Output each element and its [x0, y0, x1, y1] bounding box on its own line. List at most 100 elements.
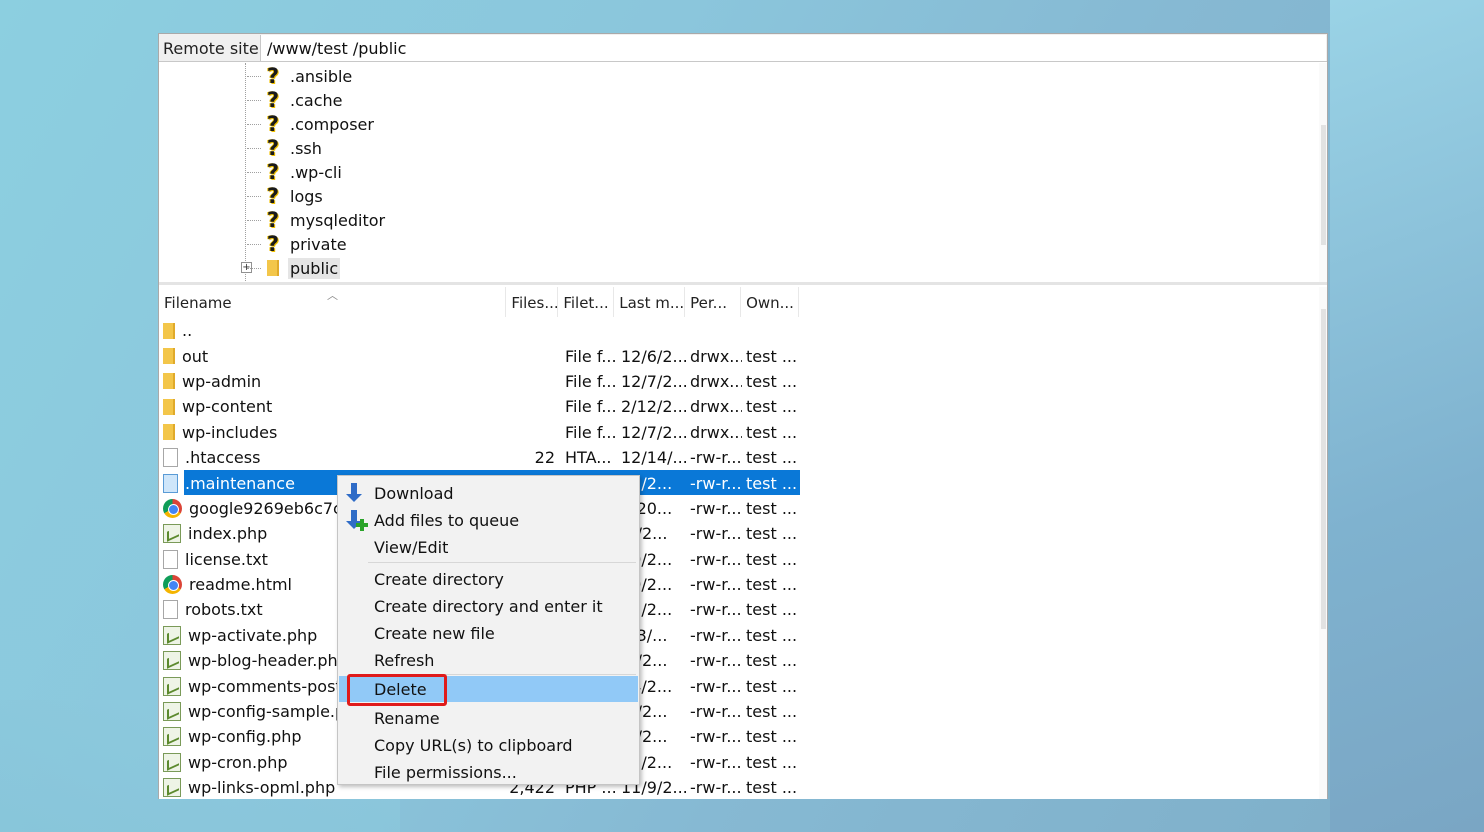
column-header-owner[interactable]: Own...: [741, 287, 799, 317]
file-modified: 12/7/2...: [621, 371, 686, 391]
file-owner: test ...: [746, 524, 798, 544]
file-row[interactable]: license.txt 10/2... -rw-r... test ...: [159, 547, 1327, 572]
php-file-icon: [163, 676, 181, 696]
context-menu: Download Add files to queue View/Edit Cr…: [337, 475, 640, 785]
file-permissions: -rw-r...: [690, 448, 742, 468]
remote-directory-tree: ? .ansible ? .cache ? .composer ? .ssh ?…: [159, 63, 1327, 285]
tree-item[interactable]: ? mysqleditor: [247, 208, 387, 232]
file-permissions: -rw-r...: [690, 778, 742, 798]
tree-item[interactable]: ? .cache: [247, 88, 344, 112]
file-owner: test ...: [746, 371, 798, 391]
file-row[interactable]: wp-config-sample.p/9/2... -rw-r... test ..…: [159, 699, 1327, 724]
file-row[interactable]: .htaccess 22 HTA... 12/14/... -rw-r... test .…: [159, 445, 1327, 470]
file-type: File f...: [565, 422, 615, 442]
file-row[interactable]: out File f... 12/6/2... drwx... test ...: [159, 343, 1327, 368]
file-owner: test ...: [746, 575, 798, 595]
ftp-client-window: Remote site: /www/test /public ? .ansibl…: [158, 33, 1328, 799]
annotation-highlight-box: [347, 674, 447, 706]
column-header-filetype[interactable]: Filet...: [558, 287, 615, 317]
file-name: index.php: [188, 524, 268, 544]
file-list-scrollbar[interactable]: [1319, 287, 1327, 799]
file-permissions: -rw-r...: [690, 575, 742, 595]
file-row[interactable]: wp-includes File f... 12/7/2... drwx... test…: [159, 420, 1327, 445]
tree-item-label: .ansible: [290, 66, 353, 86]
menu-item-file-permissions[interactable]: File permissions...: [339, 759, 638, 785]
menu-item-refresh[interactable]: Refresh: [339, 647, 638, 673]
tree-item[interactable]: ? private: [247, 232, 349, 256]
file-row[interactable]: wp-admin File f... 12/7/2... drwx... test ..…: [159, 369, 1327, 394]
menu-item-download[interactable]: Download: [339, 480, 638, 506]
tree-item[interactable]: ? .ansible: [247, 64, 354, 88]
remote-site-label: Remote site:: [163, 39, 265, 58]
menu-item-rename[interactable]: Rename: [339, 705, 638, 731]
file-row[interactable]: wp-blog-header.php/9/2... -rw-r... test ..…: [159, 648, 1327, 673]
file-owner: test ...: [746, 422, 798, 442]
file-type: File f...: [565, 346, 615, 366]
file-permissions: -rw-r...: [690, 702, 742, 722]
file-name: .maintenance: [185, 473, 295, 493]
file-row[interactable]: ..: [159, 318, 1327, 343]
file-permissions: -rw-r...: [690, 752, 742, 772]
tree-item[interactable]: ? .wp-cli: [247, 160, 344, 184]
file-row[interactable]: wp-content File f... 2/12/2... drwx... test …: [159, 394, 1327, 419]
menu-item-add-to-queue[interactable]: Add files to queue: [339, 507, 638, 533]
file-row[interactable]: wp-config.php/9/2... -rw-r... test ...: [159, 724, 1327, 749]
file-permissions: -rw-r...: [690, 498, 742, 518]
file-row[interactable]: robots.txt 23/2... -rw-r... test ...: [159, 597, 1327, 622]
file-permissions: -rw-r...: [690, 625, 742, 645]
file-row[interactable]: wp-links-opml.php 2,422 PHP ... 11/9/2... -r…: [159, 775, 1327, 799]
column-header-filesize[interactable]: Files...: [506, 287, 559, 317]
tree-item[interactable]: ? logs: [247, 184, 325, 208]
unknown-folder-icon: ?: [266, 184, 280, 208]
unknown-folder-icon: ?: [266, 88, 280, 112]
menu-item-create-new-file[interactable]: Create new file: [339, 620, 638, 646]
unknown-folder-icon: ?: [266, 160, 280, 184]
file-row[interactable]: wp-cron.php 25/2... -rw-r... test ...: [159, 750, 1327, 775]
tree-item[interactable]: ? .composer: [247, 112, 376, 136]
file-owner: test ...: [746, 397, 798, 417]
file-type: HTA...: [565, 448, 612, 468]
folder-icon: [163, 373, 175, 390]
menu-item-create-directory-enter[interactable]: Create directory and enter it: [339, 593, 638, 619]
download-arrow-icon: [345, 483, 365, 505]
column-header-modified[interactable]: Last m...: [614, 287, 686, 317]
tree-item-label: mysqleditor: [290, 210, 386, 230]
file-name: wp-admin: [182, 371, 262, 391]
file-name: wp-links-opml.php: [188, 778, 336, 798]
file-modified: 12/6/2...: [621, 346, 686, 366]
file-name-cell: out: [159, 346, 507, 367]
column-header-permissions[interactable]: Per...: [685, 287, 742, 317]
file-row[interactable]: wp-comments-post. 24/2... -rw-r... test ...: [159, 673, 1327, 698]
file-modified: 12/7/2...: [621, 422, 686, 442]
file-icon: [163, 448, 178, 468]
file-row[interactable]: .maintenance 12/2... -rw-r... test ...: [159, 470, 1327, 496]
file-row[interactable]: wp-activate.php/13/... -rw-r... test ...: [159, 623, 1327, 648]
tree-scrollbar[interactable]: [1319, 63, 1327, 282]
file-modified: 12/14/...: [621, 448, 686, 468]
file-name-cell: wp-includes: [159, 422, 507, 443]
file-row[interactable]: readme.html 10/2... -rw-r... test ...: [159, 572, 1327, 597]
file-name: readme.html: [189, 575, 292, 595]
file-row[interactable]: google9269eb6c7c4 4/20... -rw-r... test ...: [159, 496, 1327, 521]
file-name-cell: wp-admin: [159, 371, 507, 392]
file-name: wp-cron.php: [188, 752, 288, 772]
tree-item[interactable]: ? .ssh: [247, 136, 324, 160]
tree-item-label: private: [290, 234, 347, 254]
folder-icon: [163, 398, 175, 415]
remote-site-path-input[interactable]: /www/test /public: [260, 35, 1326, 61]
file-type: File f...: [565, 397, 615, 417]
sort-ascending-icon: ︿: [327, 289, 338, 302]
menu-item-view-edit[interactable]: View/Edit: [339, 534, 638, 560]
folder-icon: [163, 424, 175, 441]
unknown-folder-icon: ?: [266, 136, 280, 160]
file-row[interactable]: index.php/9/2... -rw-r... test ...: [159, 521, 1327, 546]
file-name: wp-config.php: [188, 727, 302, 747]
file-name: ..: [182, 321, 193, 341]
file-owner: test ...: [746, 702, 798, 722]
file-name: wp-config-sample.p: [188, 702, 346, 722]
php-file-icon: [163, 625, 181, 645]
menu-item-create-directory[interactable]: Create directory: [339, 566, 638, 592]
tree-item-public[interactable]: public: [247, 256, 341, 280]
php-file-icon: [163, 778, 181, 798]
menu-item-copy-url[interactable]: Copy URL(s) to clipboard: [339, 732, 638, 758]
